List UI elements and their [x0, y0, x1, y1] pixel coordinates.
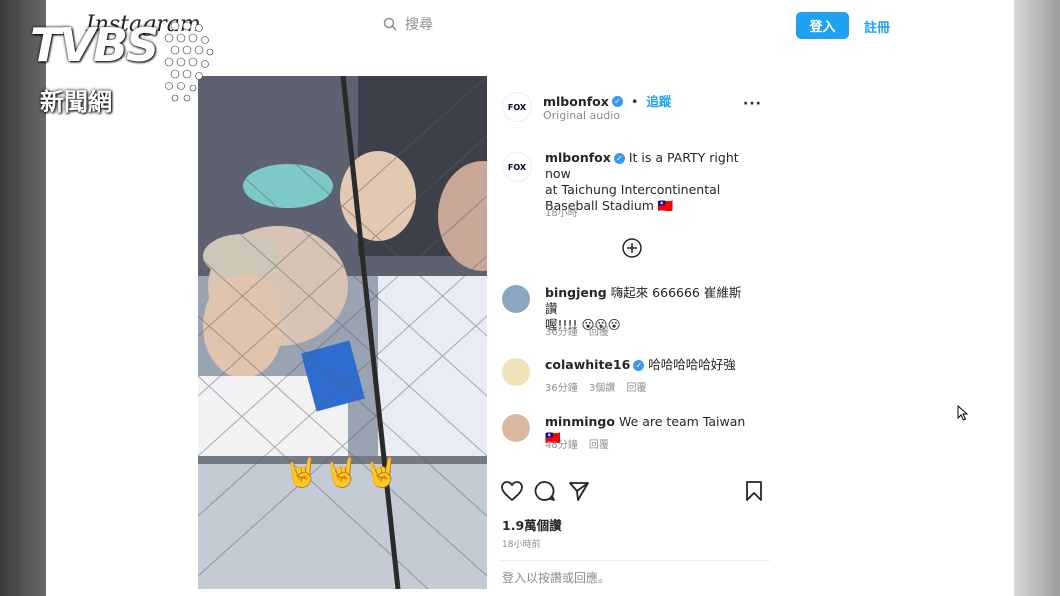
more-options-icon[interactable]: ···: [743, 96, 762, 112]
login-prompt[interactable]: 登入以按讚或回應。: [502, 569, 610, 586]
likes-count[interactable]: 1.9萬個讚: [502, 515, 562, 534]
search-box[interactable]: 搜尋: [383, 14, 433, 34]
rock-hand-emoji-1: 🤘: [284, 456, 319, 489]
tvbs-watermark: TVBS 新聞網: [30, 18, 215, 118]
post-video[interactable]: 🤘 🤘 🤘: [198, 76, 487, 589]
login-button[interactable]: 登入: [796, 12, 849, 39]
divider: [500, 560, 770, 561]
video-frame-right: [1014, 0, 1060, 596]
comment-item: colawhite16 ✓ 哈哈哈哈哈好強: [545, 357, 755, 373]
verified-icon: ✓: [613, 153, 625, 164]
search-placeholder[interactable]: 搜尋: [405, 14, 433, 34]
heart-icon[interactable]: [500, 480, 524, 502]
rock-hand-emoji-3: 🤘: [364, 456, 399, 489]
commenter-avatar[interactable]: [502, 285, 530, 313]
author-avatar[interactable]: FOX: [502, 92, 532, 122]
comment-meta: 48分鐘 回覆: [545, 436, 609, 451]
comment-time: 36分鐘: [545, 327, 578, 338]
comment-time: 36分鐘: [545, 383, 578, 394]
dot-separator: •: [630, 94, 639, 109]
commenter-avatar[interactable]: [502, 414, 530, 442]
verified-icon: ✓: [611, 96, 623, 107]
load-more-comments-icon[interactable]: [621, 237, 643, 259]
comment-meta: 36分鐘 回覆: [545, 323, 609, 338]
reply-link[interactable]: 回覆: [589, 327, 609, 338]
post-sidebar: FOX mlbonfox ✓ • 追蹤 Original audio ··· FO…: [500, 76, 780, 596]
comment-time: 48分鐘: [545, 440, 578, 451]
caption-text-2: at Taichung Intercontinental: [545, 182, 721, 197]
comment-user[interactable]: minmingo: [545, 414, 615, 429]
video-frame: [198, 76, 487, 589]
comment-likes[interactable]: 3個讚: [589, 383, 615, 394]
audio-label[interactable]: Original audio: [543, 109, 620, 122]
commenter-avatar[interactable]: [502, 358, 530, 386]
comment-text: 哈哈哈哈哈好強: [648, 357, 736, 372]
verified-icon: ✓: [633, 360, 645, 371]
bookmark-icon[interactable]: [744, 480, 764, 502]
signup-link[interactable]: 註冊: [864, 17, 890, 36]
tvbs-subtitle: 新聞網: [40, 88, 112, 116]
comment-user[interactable]: colawhite16: [545, 357, 630, 372]
reply-link[interactable]: 回覆: [589, 440, 609, 451]
paper-plane-icon[interactable]: [568, 480, 590, 502]
caption-time: 18小時: [545, 208, 578, 219]
post-time: 18小時前: [502, 540, 541, 550]
tvbs-logo: TVBS: [30, 18, 159, 72]
caption-avatar[interactable]: FOX: [502, 152, 532, 182]
reply-link[interactable]: 回覆: [626, 383, 646, 394]
search-icon: [383, 17, 397, 31]
comment-user[interactable]: bingjeng: [545, 285, 607, 300]
follow-button[interactable]: 追蹤: [646, 94, 671, 109]
mouse-cursor-icon: [957, 405, 969, 421]
post-author-row: mlbonfox ✓ • 追蹤: [543, 91, 671, 110]
comment-icon[interactable]: [534, 480, 556, 502]
rock-hand-emoji-2: 🤘: [324, 456, 359, 489]
post-author-name[interactable]: mlbonfox: [543, 94, 609, 109]
comment-meta: 36分鐘 3個讚 回覆: [545, 379, 646, 394]
caption-author[interactable]: mlbonfox: [545, 150, 611, 165]
